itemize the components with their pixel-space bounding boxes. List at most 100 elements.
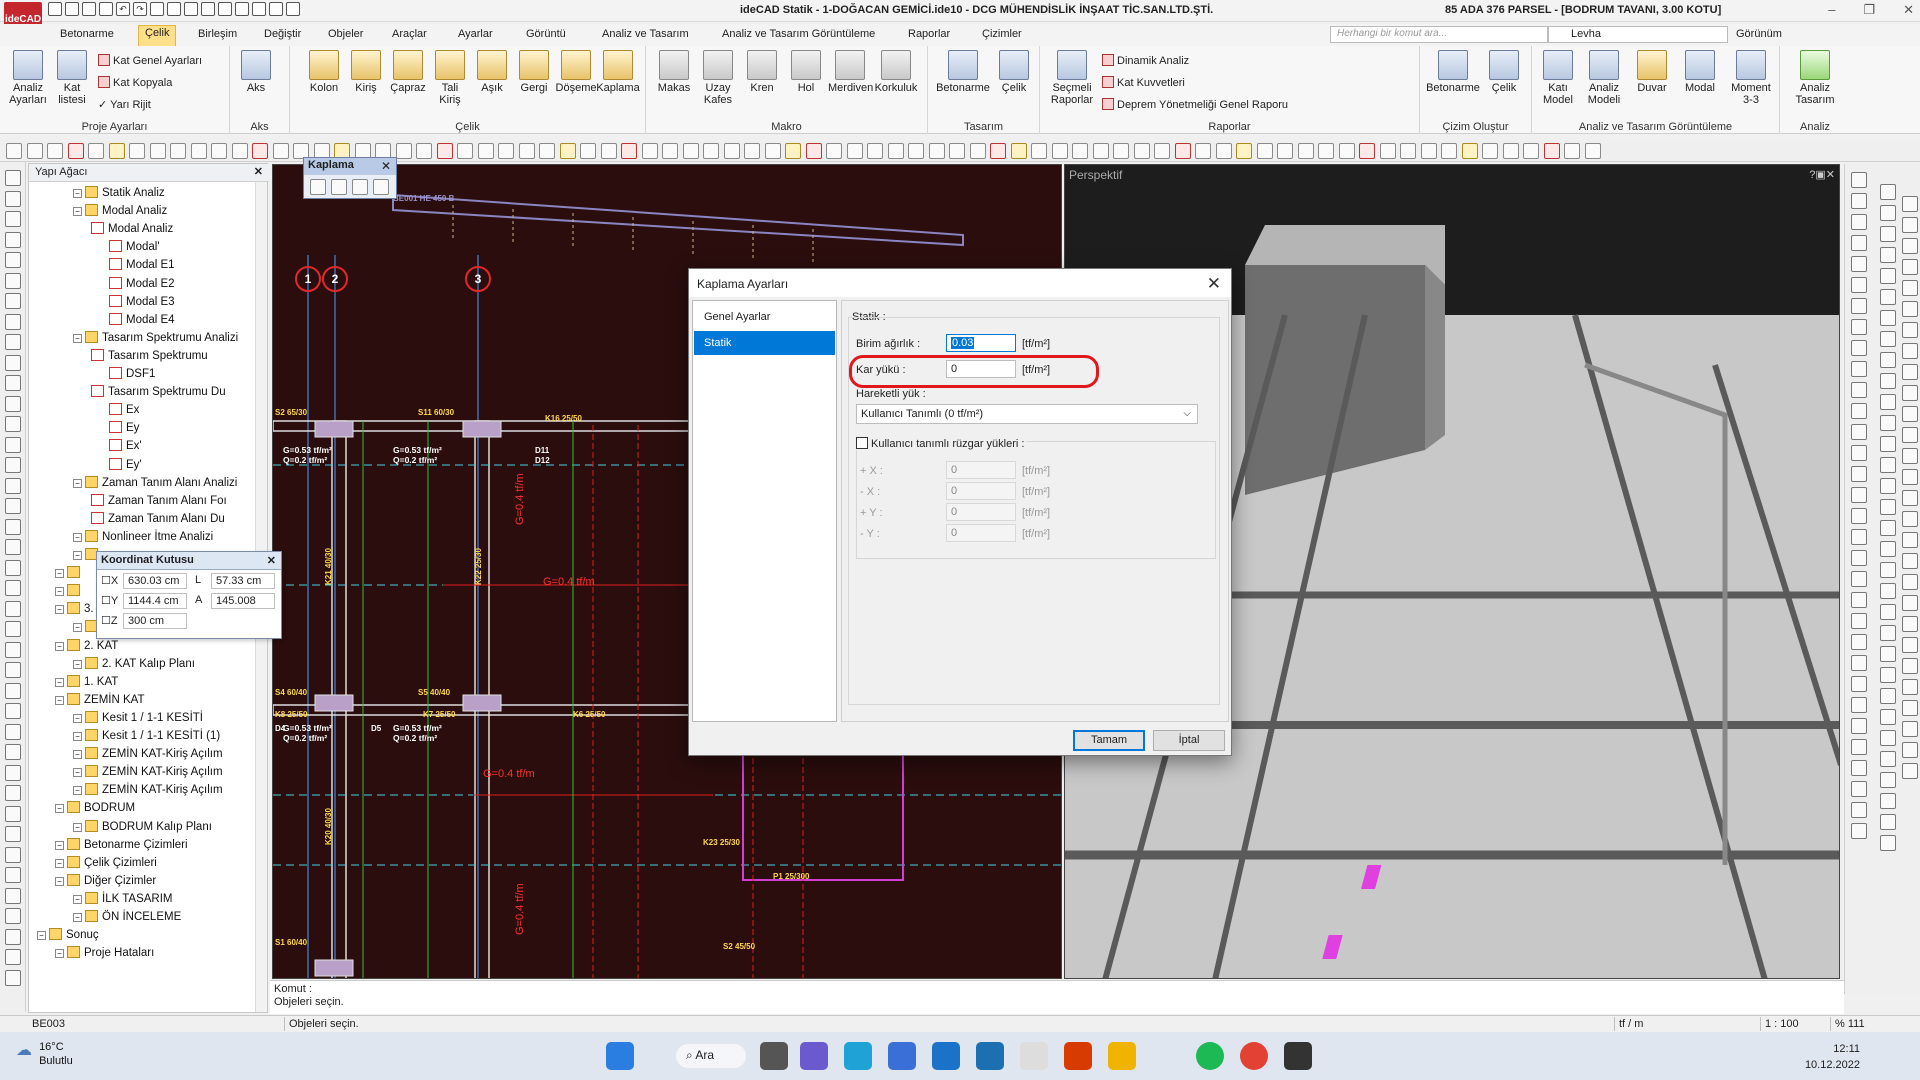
tali-kiris-button[interactable]: Tali Kiriş <box>428 50 472 106</box>
toolbar-tool-icon[interactable] <box>1461 143 1478 159</box>
expander-icon[interactable]: − <box>73 532 82 542</box>
right-tool-icon[interactable] <box>1902 637 1918 653</box>
ruzgar-input[interactable]: 0 <box>946 503 1016 521</box>
left-tool-icon[interactable] <box>5 580 21 596</box>
toolbar-tool-icon[interactable] <box>108 143 125 159</box>
toolbar-tool-icon[interactable] <box>805 143 822 159</box>
expander-icon[interactable]: − <box>73 189 82 198</box>
task-view-icon[interactable] <box>760 1042 788 1070</box>
system-clock[interactable]: 12:11 10.12.2022 <box>1805 1041 1860 1073</box>
right-tool-icon[interactable] <box>1880 772 1896 788</box>
toolbar-tool-icon[interactable] <box>928 143 945 159</box>
tree-node[interactable]: Ey' <box>109 456 142 474</box>
tab-goruntu[interactable]: Görüntü <box>520 27 572 41</box>
kat-listesi-button[interactable]: Kat listesi <box>50 50 94 106</box>
tree-node[interactable]: − Betonarme Çizimleri <box>55 836 188 854</box>
hol-button[interactable]: Hol <box>784 50 828 94</box>
zoom-window-icon[interactable] <box>150 2 164 16</box>
tree-node[interactable]: − 2. KAT Kalıp Planı <box>73 655 195 673</box>
right-tool-icon[interactable] <box>1880 184 1896 200</box>
toolbar-tool-icon[interactable] <box>149 143 166 159</box>
tree-node[interactable]: − Çelik Çizimleri <box>55 854 157 872</box>
right-tool-icon[interactable] <box>1851 676 1867 692</box>
merdiven-button[interactable]: Merdiven <box>828 50 873 94</box>
right-tool-icon[interactable] <box>1851 214 1867 230</box>
cladding-wall-icon[interactable] <box>310 179 326 195</box>
kat-kopyala-button[interactable]: Kat Kopyala <box>98 76 172 89</box>
right-tool-icon[interactable] <box>1851 319 1867 335</box>
expander-icon[interactable]: − <box>55 840 64 850</box>
doseme-button[interactable]: Döşeme <box>554 50 598 94</box>
right-tool-icon[interactable] <box>1902 259 1918 275</box>
asik-button[interactable]: Aşık <box>470 50 514 94</box>
spotify-icon[interactable] <box>1196 1042 1224 1070</box>
right-tool-icon[interactable] <box>1851 634 1867 650</box>
left-tool-icon[interactable] <box>5 170 21 186</box>
tab-araclar[interactable]: Araçlar <box>386 27 433 41</box>
toolbar-tool-icon[interactable] <box>1379 143 1396 159</box>
expander-icon[interactable]: − <box>55 677 64 687</box>
toolbar-tool-icon[interactable] <box>252 143 268 159</box>
edge-icon[interactable] <box>844 1042 872 1070</box>
right-tool-icon[interactable] <box>1902 553 1918 569</box>
right-tool-icon[interactable] <box>1902 217 1918 233</box>
left-tool-icon[interactable] <box>5 928 21 945</box>
right-tool-icon[interactable] <box>1902 700 1918 716</box>
tree-node[interactable]: − Modal Analiz <box>73 202 167 220</box>
left-tool-icon[interactable] <box>5 600 21 617</box>
left-tool-icon[interactable] <box>5 826 21 842</box>
tree-node[interactable]: Tasarım Spektrumu Du <box>91 383 226 401</box>
ruzgar-checkbox[interactable]: Kullanıcı tanımlı rüzgar yükleri : <box>856 437 1028 450</box>
tree-node[interactable]: − ZEMİN KAT-Kiriş Açılım <box>73 745 223 763</box>
left-tool-icon[interactable] <box>5 559 21 576</box>
chrome-icon[interactable] <box>1240 1042 1268 1070</box>
ideCAD-taskbar-icon[interactable] <box>1284 1042 1312 1070</box>
x-coordinate-field[interactable]: 630.03 cm <box>123 573 187 589</box>
toolbar-tool-icon[interactable] <box>641 143 658 159</box>
expander-icon[interactable]: − <box>73 551 82 560</box>
right-tool-icon[interactable] <box>1880 520 1896 536</box>
expander-icon[interactable]: − <box>37 931 46 941</box>
tree-node[interactable]: Ex' <box>109 437 142 455</box>
toolbar-tool-icon[interactable] <box>949 143 965 159</box>
expander-icon[interactable]: − <box>55 605 64 615</box>
expander-icon[interactable]: − <box>73 786 82 796</box>
wand-icon[interactable] <box>269 2 283 16</box>
right-tool-icon[interactable] <box>1880 667 1896 683</box>
toolbar-tool-icon[interactable] <box>272 143 289 159</box>
left-tool-icon[interactable] <box>5 846 21 863</box>
left-tool-icon[interactable] <box>5 887 21 904</box>
store-icon[interactable] <box>888 1042 916 1070</box>
kat-genel-ayarlari-button[interactable]: Kat Genel Ayarları <box>98 54 202 67</box>
left-tool-icon[interactable] <box>5 682 21 699</box>
toolbar-tool-icon[interactable] <box>846 143 863 159</box>
toolbar-tool-icon[interactable] <box>703 143 719 159</box>
expander-icon[interactable]: − <box>55 569 64 579</box>
toolbar-tool-icon[interactable] <box>1031 143 1047 159</box>
expander-icon[interactable]: − <box>55 695 64 705</box>
right-tool-icon[interactable] <box>1851 445 1867 461</box>
right-tool-icon[interactable] <box>1880 604 1896 620</box>
right-tool-icon[interactable] <box>1902 364 1918 380</box>
tree-node[interactable]: − Tasarım Spektrumu Analizi <box>73 329 238 347</box>
right-tool-icon[interactable] <box>1880 730 1896 746</box>
left-tool-icon[interactable] <box>5 395 21 412</box>
right-tool-icon[interactable] <box>1880 268 1896 284</box>
right-tool-icon[interactable] <box>1902 385 1918 401</box>
toolbar-tool-icon[interactable] <box>231 143 248 159</box>
left-tool-icon[interactable] <box>5 764 21 781</box>
capraz-button[interactable]: Çapraz <box>386 50 430 94</box>
right-tool-icon[interactable] <box>1851 487 1867 503</box>
toolbar-tool-icon[interactable] <box>662 143 678 159</box>
left-tool-icon[interactable] <box>5 498 21 514</box>
toolbar-tool-icon[interactable] <box>1113 143 1129 159</box>
toolbar-tool-icon[interactable] <box>908 143 924 159</box>
tab-degistir[interactable]: Değiştir <box>258 27 307 41</box>
right-tool-icon[interactable] <box>1880 352 1896 368</box>
right-tool-icon[interactable] <box>1902 679 1918 695</box>
mail-icon[interactable] <box>932 1042 960 1070</box>
right-tool-icon[interactable] <box>1880 541 1896 557</box>
toolbar-tool-icon[interactable] <box>1072 143 1088 159</box>
analiz-tasarim-button[interactable]: Analiz Tasarım <box>1790 50 1840 106</box>
expander-icon[interactable]: − <box>55 641 64 651</box>
